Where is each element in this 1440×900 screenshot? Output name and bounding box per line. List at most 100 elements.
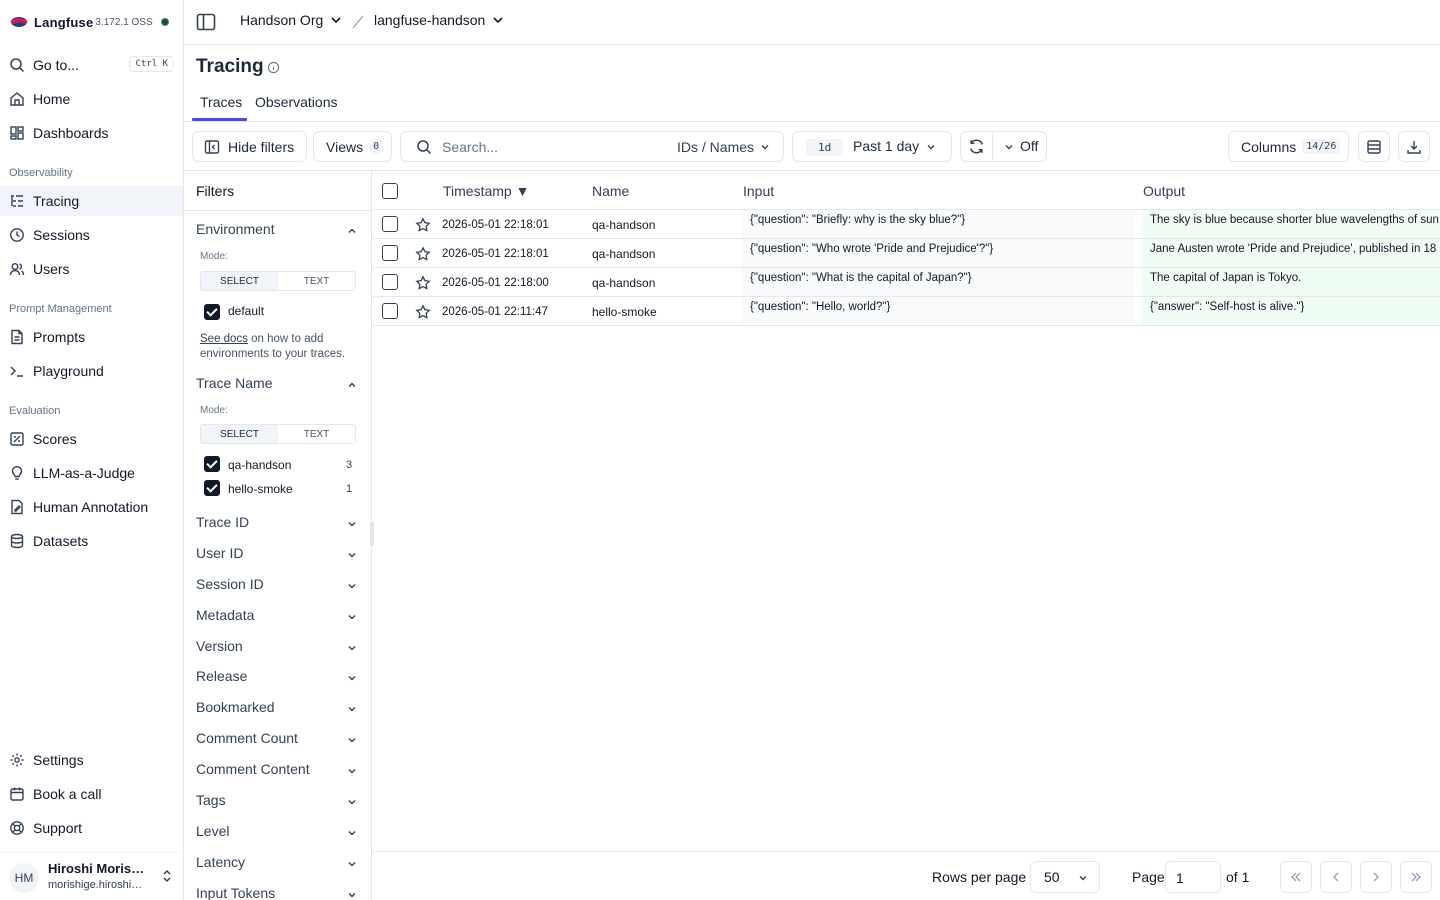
project-switcher[interactable]: langfuse-handson (374, 12, 505, 28)
table-row[interactable]: 2026-05-01 22:18:01 qa-handson {"question"… (373, 210, 1440, 239)
next-page-button[interactable] (1360, 861, 1392, 893)
filter-section-header[interactable]: Input Tokens (196, 885, 358, 900)
row-height-button[interactable] (1358, 131, 1390, 162)
tab-traces[interactable]: Traces (200, 94, 242, 110)
cell-name: hello-smoke (592, 305, 657, 319)
checkbox-qa-handson[interactable] (204, 456, 220, 472)
sidebar-item-label: Tracing (33, 193, 80, 209)
hide-filters-button[interactable]: Hide filters (192, 131, 307, 162)
star-icon[interactable] (415, 275, 431, 291)
sidebar-item-sessions[interactable]: Sessions (0, 220, 183, 250)
avatar: HM (9, 863, 39, 893)
sidebar-item-scores[interactable]: Scores (0, 424, 183, 454)
filter-section-header[interactable]: Trace ID (196, 514, 358, 534)
chevrons-right-icon (1411, 872, 1421, 882)
sidebar-item-playground[interactable]: Playground (0, 356, 183, 386)
cell-input: {"question": "What is the capital of Jap… (741, 268, 1135, 296)
select-all-checkbox[interactable] (382, 183, 398, 199)
sidebar-item-prompts[interactable]: Prompts (0, 322, 183, 352)
page-input[interactable]: 1 (1165, 861, 1221, 893)
tab-observations[interactable]: Observations (255, 94, 337, 110)
mode-text-option[interactable]: TEXT (278, 272, 355, 290)
column-header-input[interactable]: Input (743, 183, 774, 199)
column-header-timestamp[interactable]: Timestamp ▼ (443, 183, 529, 199)
filter-environment-header[interactable]: Environment (196, 221, 358, 241)
filter-section-header[interactable]: Tags (196, 792, 358, 812)
calendar-icon (10, 787, 24, 801)
star-icon[interactable] (415, 217, 431, 233)
checkbox-default[interactable] (204, 304, 220, 320)
table-row[interactable]: 2026-05-01 22:11:47 hello-smoke {"question… (373, 297, 1440, 326)
sidebar-item-human-annotation[interactable]: Human Annotation (0, 492, 183, 522)
search-mode-select[interactable]: IDs / Names (677, 139, 754, 155)
sidebar-item-support[interactable]: Support (0, 813, 183, 843)
brand[interactable]: Langfuse 3.172.1 OSS (10, 12, 169, 32)
lightbulb-icon (11, 466, 23, 480)
sidebar-item-label: Home (33, 91, 71, 107)
sidebar-item-tracing[interactable]: Tracing (0, 186, 183, 216)
filter-section-header[interactable]: Level (196, 823, 358, 843)
checkbox-hello-smoke[interactable] (204, 480, 220, 496)
filter-section-header[interactable]: Comment Content (196, 761, 358, 781)
columns-button[interactable]: Columns 14/26 (1228, 131, 1349, 162)
sidebar-item-dashboards[interactable]: Dashboards (0, 118, 183, 148)
sidebar-item-llm-as-a-judge[interactable]: LLM-as-a-Judge (0, 458, 183, 488)
sidebar-item-home[interactable]: Home (0, 84, 183, 114)
sidebar-item-datasets[interactable]: Datasets (0, 526, 183, 556)
docs-link[interactable]: See docs (200, 333, 248, 345)
chevron-up-icon (348, 382, 356, 387)
filter-section-header[interactable]: Bookmarked (196, 699, 358, 719)
brand-name: Langfuse (34, 14, 94, 30)
last-page-button[interactable] (1400, 861, 1432, 893)
views-button[interactable]: Views 0 (313, 131, 392, 162)
sidebar-item-book-a-call[interactable]: Book a call (0, 779, 183, 809)
row-checkbox[interactable] (382, 274, 398, 290)
download-button[interactable] (1398, 131, 1430, 162)
clock-icon (10, 228, 24, 242)
goto-button[interactable]: Go to... Ctrl K (0, 50, 183, 80)
refresh-icon[interactable] (968, 138, 985, 155)
page-total: of 1 (1226, 869, 1250, 885)
date-range-picker[interactable]: 1d Past 1 day (792, 131, 952, 162)
info-icon[interactable] (267, 61, 280, 74)
filter-section-header[interactable]: Release (196, 668, 358, 688)
filter-section-header[interactable]: User ID (196, 545, 358, 565)
mode-select-option[interactable]: SELECT (201, 272, 278, 290)
auto-refresh-control[interactable]: Off (960, 131, 1047, 162)
sidebar-item-users[interactable]: Users (0, 254, 183, 284)
environment-docs-note: See docs on how to add environments to y… (200, 332, 358, 362)
filter-section-header[interactable]: Session ID (196, 576, 358, 596)
filter-trace-name-header[interactable]: Trace Name (196, 375, 358, 395)
search-input[interactable]: Search... (442, 139, 498, 155)
langfuse-logo-icon (10, 17, 28, 27)
row-checkbox[interactable] (382, 303, 398, 319)
table-row[interactable]: 2026-05-01 22:18:01 qa-handson {"question"… (373, 239, 1440, 268)
column-header-name[interactable]: Name (592, 183, 629, 199)
row-checkbox[interactable] (382, 216, 398, 232)
column-header-output[interactable]: Output (1143, 183, 1185, 199)
filter-section-header[interactable]: Comment Count (196, 730, 358, 750)
star-icon[interactable] (415, 304, 431, 320)
breadcrumb-separator-icon (352, 15, 364, 29)
filter-section-header[interactable]: Version (196, 638, 358, 658)
sidebar-item-label: Human Annotation (33, 499, 149, 515)
table-row[interactable]: 2026-05-01 22:18:00 qa-handson {"question"… (373, 268, 1440, 297)
panel-resize-handle[interactable] (370, 522, 374, 546)
chevron-down-icon (348, 738, 356, 743)
sidebar-item-label: Settings (33, 752, 84, 768)
search-icon (10, 58, 25, 73)
filter-section-header[interactable]: Metadata (196, 607, 358, 627)
first-page-button[interactable] (1280, 861, 1312, 893)
previous-page-button[interactable] (1320, 861, 1352, 893)
org-switcher[interactable]: Handson Org (240, 12, 343, 28)
sidebar-item-settings[interactable]: Settings (0, 745, 183, 775)
mode-select-option[interactable]: SELECT (201, 425, 278, 443)
rows-per-page-select[interactable]: 50 (1030, 861, 1100, 893)
home-icon (10, 92, 24, 106)
row-checkbox[interactable] (382, 245, 398, 261)
user-menu[interactable]: HM Hiroshi Morishige morishige.hiroshi@e… (0, 852, 183, 900)
sidebar-toggle-icon[interactable] (196, 13, 216, 31)
mode-text-option[interactable]: TEXT (278, 425, 355, 443)
filter-section-header[interactable]: Latency (196, 854, 358, 874)
star-icon[interactable] (415, 246, 431, 262)
